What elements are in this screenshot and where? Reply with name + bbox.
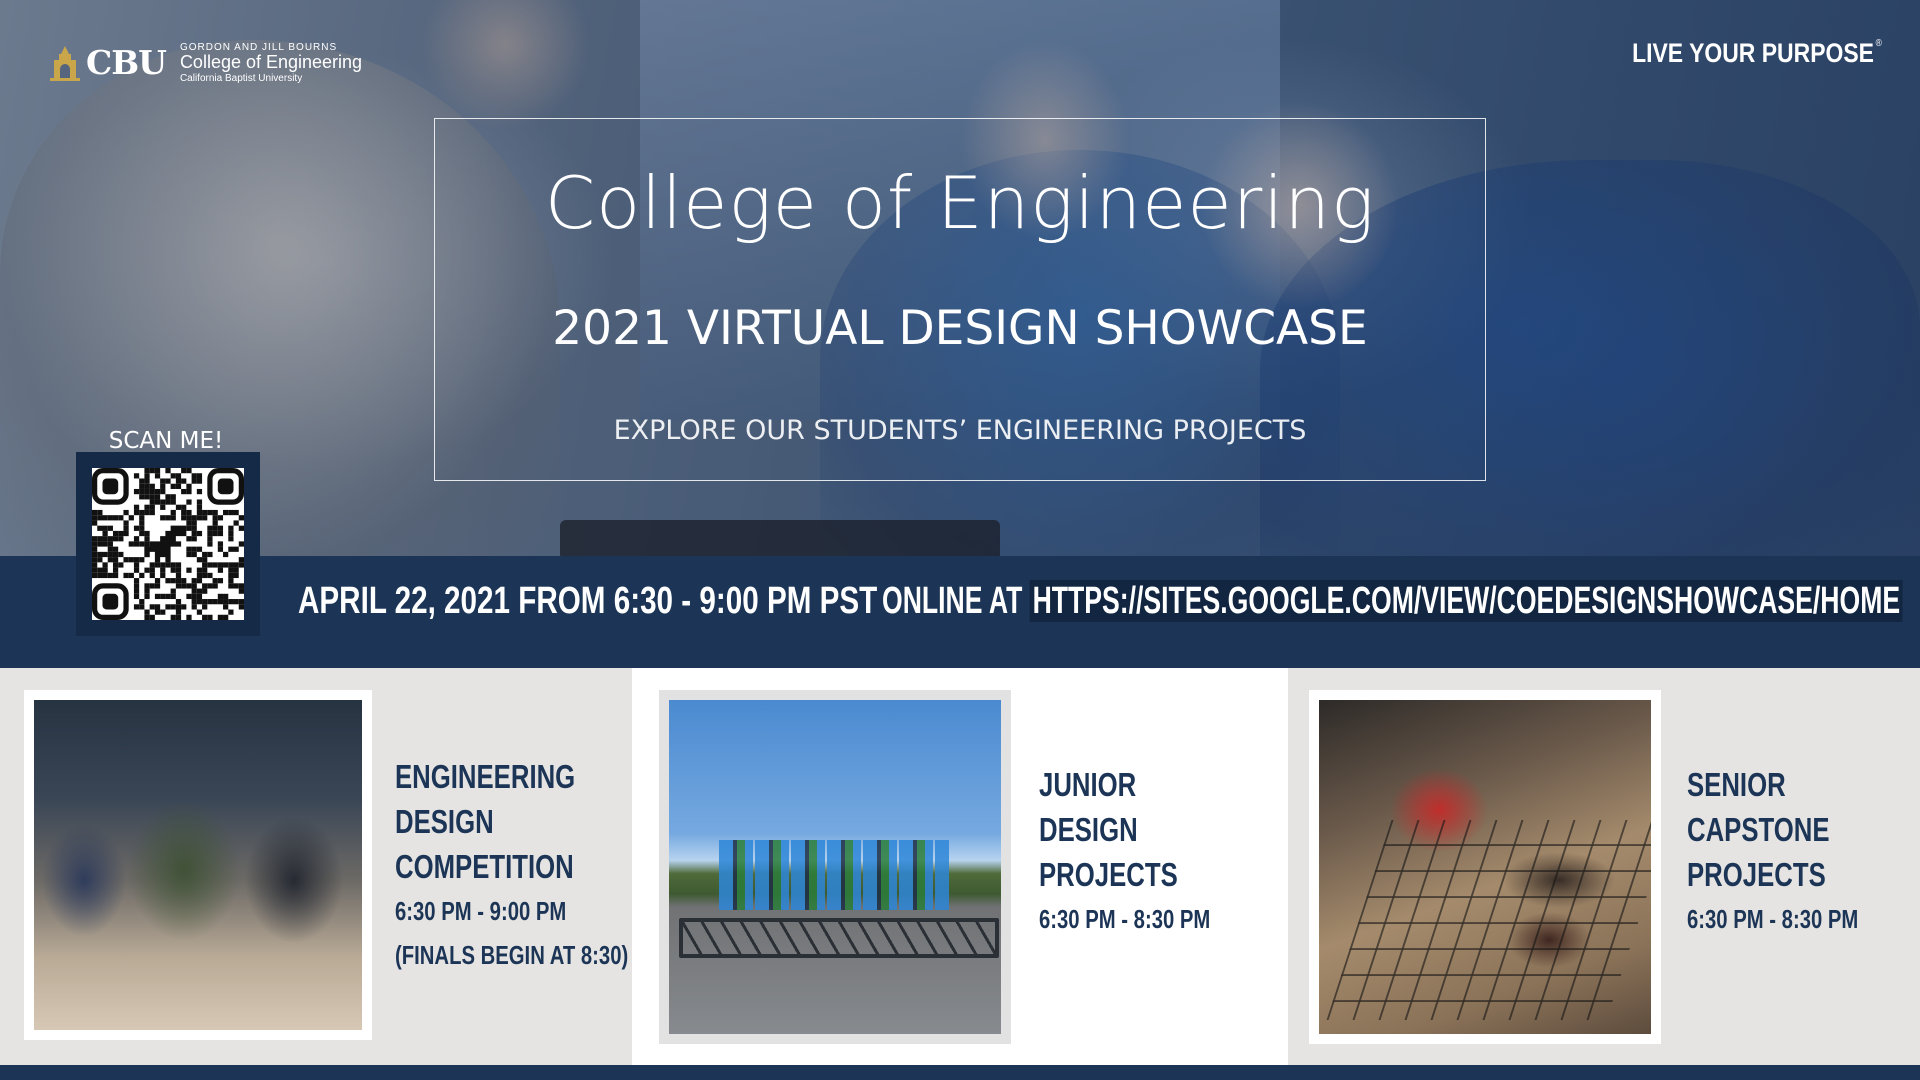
card-title-line: PROJECTS <box>1039 856 1178 893</box>
scan-me-label: SCAN ME! <box>108 428 224 454</box>
qr-code-frame[interactable] <box>76 452 260 636</box>
card-title-line: COMPETITION <box>395 848 574 885</box>
card-text: SENIOR CAPSTONE PROJECTS 6:30 PM - 8:30 … <box>1687 762 1907 941</box>
title-box: College of Engineering 2021 VIRTUAL DESI… <box>434 118 1486 481</box>
photo-metal-grid <box>1326 820 1651 1020</box>
page-title: College of Engineering <box>544 161 1376 245</box>
card-title-line: CAPSTONE <box>1687 811 1830 848</box>
card-text: JUNIOR DESIGN PROJECTS 6:30 PM - 8:30 PM <box>1039 762 1259 941</box>
hero-photo-head-left <box>420 0 590 130</box>
photo-bridge-truss <box>679 918 999 958</box>
logo-university-name: California Baptist University <box>179 72 303 84</box>
card-time: 6:30 PM - 8:30 PM <box>1687 904 1859 934</box>
showcase-url-link[interactable]: HTTPS://SITES.GOOGLE.COM/VIEW/COEDESIGNS… <box>1029 580 1903 622</box>
tagline-text: LIVE YOUR PURPOSE <box>1632 38 1875 68</box>
qr-finder-pattern <box>92 468 129 505</box>
event-online-line: ONLINE AT HTTPS://SITES.GOOGLE.COM/VIEW/… <box>882 580 1903 623</box>
card-design-competition[interactable]: ENGINEERING DESIGN COMPETITION 6:30 PM -… <box>0 668 632 1065</box>
qr-finder-pattern <box>207 468 244 505</box>
event-subtitle: 2021 VIRTUAL DESIGN SHOWCASE <box>552 301 1368 356</box>
dinosaur-icon <box>144 525 187 563</box>
bottom-bar <box>0 1065 1920 1080</box>
hero-banner: CBU GORDON AND JILL BOURNS College of En… <box>0 0 1920 556</box>
session-cards: ENGINEERING DESIGN COMPETITION 6:30 PM -… <box>0 668 1920 1065</box>
tagline: LIVE YOUR PURPOSE ® <box>1632 38 1882 69</box>
card-title: ENGINEERING DESIGN COMPETITION <box>395 754 628 889</box>
logo-mark: CBU <box>48 43 167 83</box>
card-senior-capstone[interactable]: SENIOR CAPSTONE PROJECTS 6:30 PM - 8:30 … <box>1288 668 1920 1065</box>
card-title-line: DESIGN <box>1039 811 1138 848</box>
logo-text: GORDON AND JILL BOURNS College of Engine… <box>180 42 362 84</box>
photo-frame <box>1309 690 1661 1044</box>
card-title: JUNIOR DESIGN PROJECTS <box>1039 762 1210 897</box>
design-competition-photo <box>34 700 362 1030</box>
card-time: 6:30 PM - 9:00 PM <box>395 896 567 926</box>
hero-photo-circuit-board <box>560 520 1000 556</box>
qr-finder-pattern <box>92 583 129 620</box>
card-title: SENIOR CAPSTONE PROJECTS <box>1687 762 1858 897</box>
online-prefix: ONLINE AT <box>882 580 1030 622</box>
logo-college-name: College of Engineering <box>179 52 363 72</box>
registered-mark: ® <box>1875 38 1882 49</box>
card-note: (FINALS BEGIN AT 8:30) <box>395 940 629 970</box>
logo-abbrev: CBU <box>86 43 167 83</box>
qr-code[interactable] <box>92 468 244 620</box>
senior-capstone-photo <box>1319 700 1651 1034</box>
bell-tower-icon <box>50 45 80 81</box>
photo-frame <box>24 690 372 1040</box>
card-title-line: DESIGN <box>395 803 494 840</box>
photo-frame <box>659 690 1011 1044</box>
card-junior-design[interactable]: JUNIOR DESIGN PROJECTS 6:30 PM - 8:30 PM <box>632 668 1288 1065</box>
event-info-bar: APRIL 22, 2021 FROM 6:30 - 9:00 PM PST O… <box>0 556 1920 668</box>
cbu-logo[interactable]: CBU GORDON AND JILL BOURNS College of En… <box>48 42 362 84</box>
card-title-line: JUNIOR <box>1039 766 1137 803</box>
junior-design-photo <box>669 700 1001 1034</box>
card-time: 6:30 PM - 8:30 PM <box>1039 904 1211 934</box>
card-title-line: PROJECTS <box>1687 856 1826 893</box>
photo-team-group <box>719 840 949 910</box>
explore-caption: EXPLORE OUR STUDENTS’ ENGINEERING PROJEC… <box>613 415 1307 446</box>
card-title-line: SENIOR <box>1687 766 1786 803</box>
event-date-time: APRIL 22, 2021 FROM 6:30 - 9:00 PM PST <box>298 580 878 622</box>
card-title-line: ENGINEERING <box>395 758 576 795</box>
